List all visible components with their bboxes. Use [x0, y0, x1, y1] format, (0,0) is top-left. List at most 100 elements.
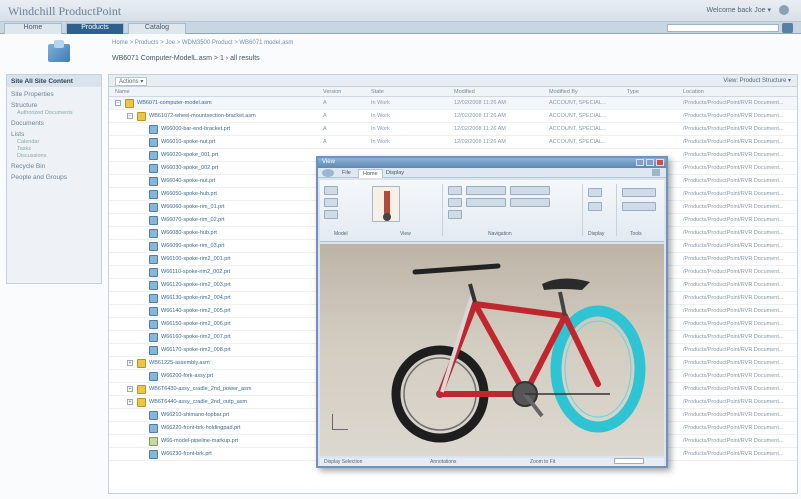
ribbon-button[interactable]: [466, 198, 506, 207]
item-location[interactable]: /Products/ProductPoint/RVR Document...: [683, 113, 793, 119]
ribbon-button[interactable]: [448, 210, 462, 219]
view-selector[interactable]: View: Product Structure ▾: [723, 77, 791, 84]
item-location[interactable]: /Products/ProductPoint/RVR Document...: [683, 438, 793, 444]
table-row[interactable]: − WB61072-wheel-mountsection-bracket.asm A…: [109, 110, 797, 123]
item-location[interactable]: /Products/ProductPoint/RVR Document...: [683, 152, 793, 158]
sidebar-item-people[interactable]: People and Groups: [7, 170, 101, 181]
search-icon[interactable]: [782, 23, 793, 33]
ribbon-button[interactable]: [622, 188, 656, 197]
collapse-icon[interactable]: −: [127, 113, 133, 119]
zoom-slider[interactable]: [614, 458, 644, 464]
table-row[interactable]: − WB6071-computer-model.asm A In Work 12/02/…: [109, 97, 797, 110]
ribbon-button[interactable]: [510, 186, 550, 195]
ribbon-button[interactable]: [448, 198, 462, 207]
item-location[interactable]: /Products/ProductPoint/RVR Document...: [683, 386, 793, 392]
item-location[interactable]: /Products/ProductPoint/RVR Document...: [683, 425, 793, 431]
sidebar-subitem[interactable]: Discussions: [7, 152, 101, 159]
ribbon-button[interactable]: [324, 210, 338, 219]
sidebar-item-structure[interactable]: Structure: [7, 98, 101, 109]
item-location[interactable]: /Products/ProductPoint/RVR Document...: [683, 100, 793, 106]
item-location[interactable]: /Products/ProductPoint/RVR Document...: [683, 191, 793, 197]
item-location[interactable]: /Products/ProductPoint/RVR Document...: [683, 451, 793, 457]
item-location[interactable]: /Products/ProductPoint/RVR Document...: [683, 178, 793, 184]
item-location[interactable]: /Products/ProductPoint/RVR Document...: [683, 269, 793, 275]
sidebar-subitem[interactable]: Tasks: [7, 145, 101, 152]
column-header[interactable]: State: [371, 89, 384, 95]
sidebar-item-lists[interactable]: Lists: [7, 127, 101, 138]
ribbon-button[interactable]: [588, 188, 602, 197]
column-header[interactable]: Type: [627, 89, 639, 95]
tab-products[interactable]: Products: [66, 23, 124, 34]
item-location[interactable]: /Products/ProductPoint/RVR Document...: [683, 256, 793, 262]
item-location[interactable]: /Products/ProductPoint/RVR Document...: [683, 295, 793, 301]
close-icon[interactable]: [656, 159, 664, 166]
expand-icon[interactable]: +: [127, 399, 133, 405]
search-input[interactable]: [667, 24, 779, 32]
collapse-icon[interactable]: −: [115, 100, 121, 106]
actions-menu[interactable]: Actions ▾: [115, 77, 148, 86]
tab-catalog[interactable]: Catalog: [128, 23, 186, 34]
model-canvas[interactable]: [320, 244, 664, 456]
ribbon-button[interactable]: [448, 186, 462, 195]
item-location[interactable]: /Products/ProductPoint/RVR Document...: [683, 347, 793, 353]
sidebar-item-documents[interactable]: Documents: [7, 116, 101, 127]
viewer-titlebar[interactable]: View: [318, 158, 666, 168]
ribbon-button[interactable]: [324, 186, 338, 195]
help-icon[interactable]: [652, 169, 660, 176]
minimize-icon[interactable]: [636, 159, 644, 166]
model-thumbnail[interactable]: [372, 186, 400, 222]
viewer-tab-home[interactable]: Home: [358, 169, 383, 178]
item-location[interactable]: /Products/ProductPoint/RVR Document...: [683, 412, 793, 418]
column-header[interactable]: Location: [683, 89, 704, 95]
item-location[interactable]: /Products/ProductPoint/RVR Document...: [683, 399, 793, 405]
item-location[interactable]: /Products/ProductPoint/RVR Document...: [683, 165, 793, 171]
item-location[interactable]: /Products/ProductPoint/RVR Document...: [683, 321, 793, 327]
column-header[interactable]: Modified: [454, 89, 475, 95]
bicycle-model-image[interactable]: [320, 244, 664, 456]
item-name[interactable]: WB6T6430-assy_cradle_2nd_power_asm: [149, 386, 334, 392]
table-row[interactable]: W66000-bar-end-bracket.prt A In Work 12/02/…: [109, 123, 797, 136]
sidebar-subitem[interactable]: Authorized Documents: [7, 109, 101, 116]
sidebar-subitem[interactable]: Calendar: [7, 138, 101, 145]
expand-icon[interactable]: +: [127, 360, 133, 366]
column-header[interactable]: Name: [115, 89, 130, 95]
column-header[interactable]: Version: [323, 89, 341, 95]
user-menu[interactable]: Welcome back Joe ▾: [707, 6, 771, 14]
ribbon-button[interactable]: [510, 198, 550, 207]
user-icon[interactable]: [779, 5, 789, 15]
ribbon-button[interactable]: [466, 186, 506, 195]
ribbon-button[interactable]: [622, 202, 656, 211]
maximize-icon[interactable]: [646, 159, 654, 166]
status-zoom[interactable]: Zoom to Fit: [530, 459, 555, 465]
viewer-tab-display[interactable]: Display: [382, 169, 408, 177]
item-location[interactable]: /Products/ProductPoint/RVR Document...: [683, 139, 793, 145]
sidebar-item-recycle-bin[interactable]: Recycle Bin: [7, 159, 101, 170]
item-location[interactable]: /Products/ProductPoint/RVR Document...: [683, 204, 793, 210]
item-location[interactable]: /Products/ProductPoint/RVR Document...: [683, 217, 793, 223]
item-location[interactable]: /Products/ProductPoint/RVR Document...: [683, 282, 793, 288]
item-name[interactable]: W66010-spoke-nut.prt: [161, 139, 346, 145]
expand-icon[interactable]: +: [127, 386, 133, 392]
app-menu-icon[interactable]: [322, 169, 334, 177]
viewer-window[interactable]: View File Home Display Model View Naviga…: [316, 156, 668, 468]
column-header[interactable]: Modified By: [549, 89, 578, 95]
item-location[interactable]: /Products/ProductPoint/RVR Document...: [683, 373, 793, 379]
sidebar-header[interactable]: Site All Site Content: [7, 75, 101, 87]
item-name[interactable]: WB6T6440-assy_cradle_2nd_outp_asm: [149, 399, 334, 405]
item-location[interactable]: /Products/ProductPoint/RVR Document...: [683, 360, 793, 366]
ribbon-button[interactable]: [324, 198, 338, 207]
viewer-tab-file[interactable]: File: [338, 169, 355, 177]
item-location[interactable]: /Products/ProductPoint/RVR Document...: [683, 126, 793, 132]
item-location[interactable]: /Products/ProductPoint/RVR Document...: [683, 308, 793, 314]
ribbon-button[interactable]: [588, 202, 602, 211]
item-name[interactable]: W66000-bar-end-bracket.prt: [161, 126, 346, 132]
sidebar-item-site-properties[interactable]: Site Properties: [7, 87, 101, 98]
item-name[interactable]: WB6071-computer-model.asm: [137, 100, 322, 106]
breadcrumb[interactable]: Home > Products > Joe > WDM3500 Product …: [112, 40, 293, 46]
table-row[interactable]: W66010-spoke-nut.prt A In Work 12/02/2008 1…: [109, 136, 797, 149]
item-location[interactable]: /Products/ProductPoint/RVR Document...: [683, 230, 793, 236]
item-location[interactable]: /Products/ProductPoint/RVR Document...: [683, 243, 793, 249]
tab-home[interactable]: Home: [4, 23, 62, 34]
item-name[interactable]: WB61072-wheel-mountsection-bracket.asm: [149, 113, 334, 119]
item-name[interactable]: WB61225-assembly.asm: [149, 360, 334, 366]
